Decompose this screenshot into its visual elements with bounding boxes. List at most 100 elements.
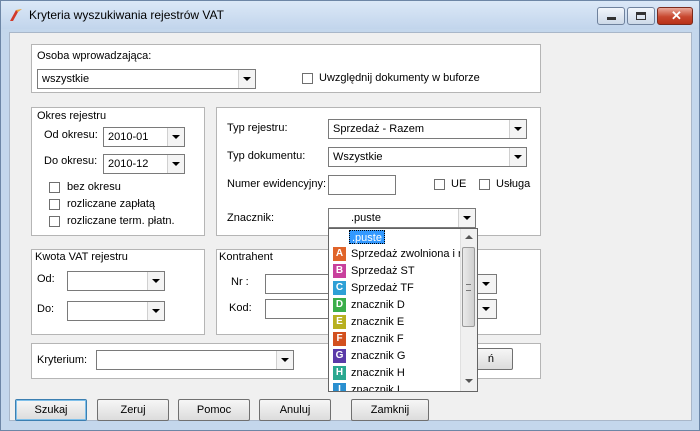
typ-dokumentu-value: Wszystkie bbox=[333, 151, 383, 163]
osoba-select[interactable]: wszystkie bbox=[37, 69, 256, 89]
okres-title: Okres rejestru bbox=[37, 110, 107, 122]
typ-dokumentu-select[interactable]: Wszystkie bbox=[328, 147, 527, 167]
grip-icon bbox=[466, 284, 471, 291]
rozliczane-term-checkbox[interactable] bbox=[49, 216, 60, 227]
badge-icon: E bbox=[333, 315, 346, 329]
usluga-checkbox[interactable] bbox=[479, 179, 490, 190]
maximize-icon bbox=[636, 12, 646, 20]
dropdown-item[interactable]: C Sprzedaż TF bbox=[329, 280, 461, 297]
kontrahent-nr-select[interactable] bbox=[265, 274, 333, 294]
znacznik-select[interactable]: .puste bbox=[328, 208, 476, 228]
kontrahent-kod-select[interactable] bbox=[265, 299, 333, 319]
kwota-do-select[interactable] bbox=[67, 301, 165, 321]
do-okresu-label: Do okresu: bbox=[44, 155, 98, 167]
chevron-down-icon bbox=[458, 209, 475, 227]
chevron-down-icon bbox=[509, 148, 526, 166]
dropdown-item[interactable]: Dznacznik D bbox=[329, 297, 461, 314]
dropdown-item[interactable]: A Sprzedaż zwolniona i n bbox=[329, 246, 461, 263]
pomoc-button[interactable]: Pomoc bbox=[178, 399, 250, 421]
dropdown-item[interactable]: Iznacznik I bbox=[329, 382, 461, 392]
chevron-down-icon bbox=[147, 272, 164, 290]
do-okresu-select[interactable]: 2010-12 bbox=[103, 154, 185, 174]
kontrahent-title: Kontrahent bbox=[219, 251, 273, 263]
dropdown-item-puste[interactable]: .puste bbox=[329, 229, 461, 246]
numer-ewidencyjny-input[interactable] bbox=[328, 175, 396, 195]
od-okresu-label: Od okresu: bbox=[44, 129, 98, 141]
title-bar: Kryteria wyszukiwania rejestrów VAT ✕ bbox=[1, 1, 699, 29]
kontrahent-nr-extra-select[interactable] bbox=[477, 274, 497, 294]
typ-rejestru-label: Typ rejestru: bbox=[227, 122, 288, 134]
dropdown-item-label: znacznik D bbox=[351, 299, 405, 311]
dropdown-item-label: Sprzedaż zwolniona i n bbox=[351, 248, 461, 260]
badge-icon: B bbox=[333, 264, 346, 278]
od-okresu-value: 2010-01 bbox=[108, 131, 149, 143]
anuluj-button[interactable]: Anuluj bbox=[259, 399, 331, 421]
rozliczane-zaplata-label: rozliczane zapłatą bbox=[67, 198, 156, 210]
dropdown-item-label: znacznik I bbox=[351, 384, 400, 392]
do-okresu-value: 2010-12 bbox=[108, 158, 149, 170]
kontrahent-kod-extra-select[interactable] bbox=[477, 299, 497, 319]
znacznik-value: .puste bbox=[351, 212, 381, 224]
kontrahent-nr-label: Nr : bbox=[231, 276, 249, 288]
badge-icon: G bbox=[333, 349, 346, 363]
chevron-down-icon bbox=[167, 128, 184, 146]
scrollbar-thumb[interactable] bbox=[462, 247, 475, 327]
ue-checkbox[interactable] bbox=[434, 179, 445, 190]
numer-ewidencyjny-label: Numer ewidencyjny: bbox=[227, 178, 327, 190]
osoba-label: Osoba wprowadzająca: bbox=[37, 50, 152, 62]
dropdown-item[interactable]: Gznacznik G bbox=[329, 348, 461, 365]
od-okresu-select[interactable]: 2010-01 bbox=[103, 127, 185, 147]
close-button[interactable]: ✕ bbox=[657, 7, 693, 25]
szukaj-button[interactable]: Szukaj bbox=[15, 399, 87, 421]
typ-rejestru-value: Sprzedaż - Razem bbox=[333, 123, 425, 135]
kwota-od-label: Od: bbox=[37, 273, 55, 285]
kryterium-select[interactable] bbox=[96, 350, 294, 370]
kontrahent-kod-label: Kod: bbox=[229, 302, 252, 314]
minimize-button[interactable] bbox=[597, 7, 625, 25]
chevron-down-icon bbox=[147, 302, 164, 320]
zamknij-button[interactable]: Zamknij bbox=[351, 399, 429, 421]
dropdown-item[interactable]: Eznacznik E bbox=[329, 314, 461, 331]
dropdown-item[interactable]: B Sprzedaż ST bbox=[329, 263, 461, 280]
minimize-icon bbox=[607, 17, 616, 20]
znacznik-label: Znacznik: bbox=[227, 212, 275, 224]
dropdown-item-label: znacznik F bbox=[351, 333, 404, 345]
dropdown-item[interactable]: Hznacznik H bbox=[329, 365, 461, 382]
chevron-down-icon bbox=[478, 300, 496, 318]
scroll-up-icon[interactable] bbox=[465, 235, 473, 239]
chevron-down-icon bbox=[276, 351, 293, 369]
badge-icon: D bbox=[333, 298, 346, 312]
bufor-checkbox[interactable] bbox=[302, 73, 313, 84]
kwota-od-select[interactable] bbox=[67, 271, 165, 291]
bufor-label: Uwzględnij dokumenty w buforze bbox=[319, 72, 480, 84]
dropdown-item[interactable]: Fznacznik F bbox=[329, 331, 461, 348]
zeruj-button[interactable]: Zeruj bbox=[97, 399, 169, 421]
osoba-value: wszystkie bbox=[42, 73, 90, 85]
dropdown-item-label: znacznik H bbox=[351, 367, 405, 379]
kwota-do-label: Do: bbox=[37, 303, 55, 315]
typ-rejestru-select[interactable]: Sprzedaż - Razem bbox=[328, 119, 527, 139]
typ-dokumentu-label: Typ dokumentu: bbox=[227, 150, 306, 162]
kwota-title: Kwota VAT rejestru bbox=[35, 251, 128, 263]
dropdown-item-label: znacznik G bbox=[351, 350, 406, 362]
usluga-label: Usługa bbox=[496, 178, 531, 190]
badge-icon: A bbox=[333, 247, 346, 261]
znacznik-dropdown-list[interactable]: .puste A Sprzedaż zwolniona i n B Sprzedaż … bbox=[328, 228, 478, 392]
dropdown-item-label: Sprzedaż ST bbox=[351, 265, 415, 277]
dropdown-item-label: znacznik E bbox=[351, 316, 405, 328]
chevron-down-icon bbox=[478, 275, 496, 293]
rozliczane-zaplata-checkbox[interactable] bbox=[49, 199, 60, 210]
chevron-down-icon bbox=[509, 120, 526, 138]
dropdown-scrollbar[interactable] bbox=[460, 229, 477, 391]
ue-label: UE bbox=[451, 178, 467, 190]
scroll-down-icon[interactable] bbox=[465, 379, 473, 383]
bez-okresu-checkbox[interactable] bbox=[49, 182, 60, 193]
app-window: Kryteria wyszukiwania rejestrów VAT ✕ Os… bbox=[0, 0, 700, 431]
selected-item-label: .puste bbox=[349, 230, 385, 244]
badge-icon: C bbox=[333, 281, 346, 295]
rozliczane-term-label: rozliczane term. płatn. bbox=[67, 215, 175, 227]
close-icon: ✕ bbox=[671, 8, 682, 23]
maximize-button[interactable] bbox=[627, 7, 655, 25]
badge-icon: F bbox=[333, 332, 346, 346]
bez-okresu-label: bez okresu bbox=[67, 181, 121, 193]
